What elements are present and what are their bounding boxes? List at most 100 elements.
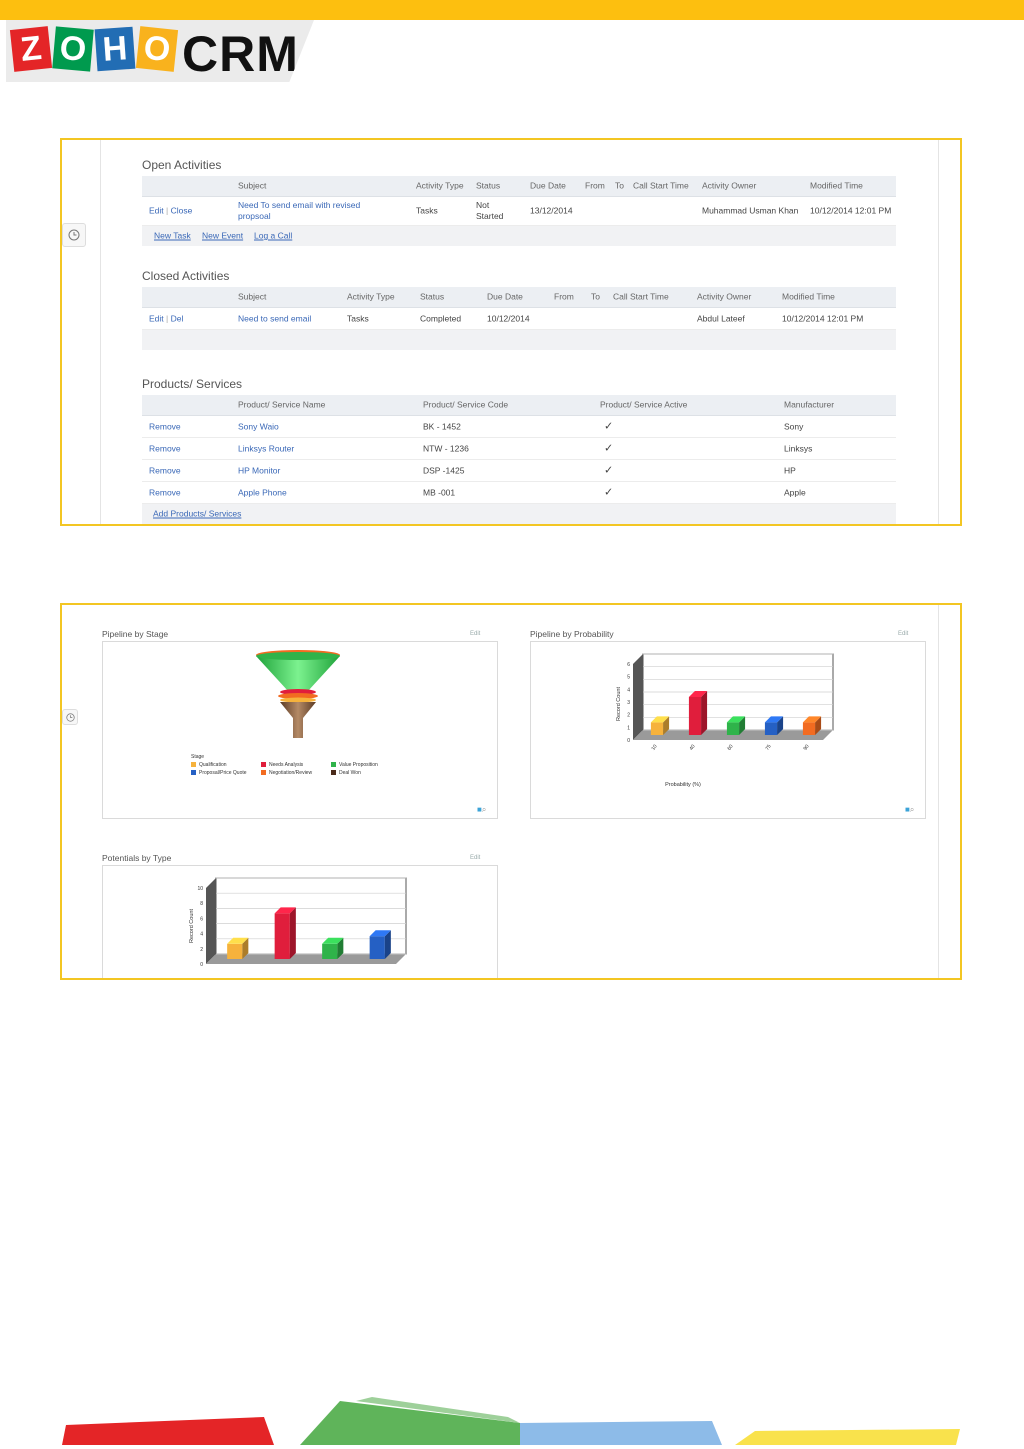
legend-item: Needs Analysis	[261, 762, 331, 768]
dashboard-panel: Pipeline by Stage Edit Stage Qualificati…	[60, 603, 962, 980]
pipeline-probability-title: Pipeline by Probability	[530, 629, 614, 639]
new-task-link[interactable]: New Task	[154, 231, 191, 242]
bar	[688, 697, 702, 735]
header-bar	[0, 0, 1024, 20]
new-event-link[interactable]: New Event	[202, 231, 243, 242]
clock-icon[interactable]	[62, 709, 78, 725]
legend-item: Negotiation/Review	[261, 770, 331, 776]
close-link[interactable]: Close	[171, 206, 193, 216]
funnel-section-value-proposition	[256, 656, 340, 691]
y-tick-label: 2	[627, 713, 630, 719]
col-product-name: Product/ Service Name	[238, 399, 326, 410]
activity-subject-link[interactable]: Need To send email with revised propsoal	[238, 200, 388, 222]
bar	[726, 722, 740, 735]
x-tick-label: 40	[689, 744, 697, 752]
logo-letter-h: H	[94, 26, 136, 72]
funnel-section-deal-won	[280, 702, 316, 738]
product-name-link[interactable]: Linksys Router	[238, 443, 294, 454]
bar	[322, 943, 338, 959]
col-manufacturer: Manufacturer	[784, 399, 835, 410]
col-product-active: Product/ Service Active	[600, 399, 688, 410]
logo-crm-text: CRM	[182, 26, 299, 82]
open-activities-table: Subject Activity Type Status Due Date Fr…	[142, 176, 896, 246]
product-name-link[interactable]: HP Monitor	[238, 465, 280, 476]
y-tick-label: 5	[627, 675, 630, 681]
bar	[802, 722, 816, 735]
x-tick-label: 90	[803, 744, 811, 752]
table-row: Edit | Del Need to send email Tasks Comp…	[142, 308, 896, 330]
product-code: MB -001	[423, 487, 456, 497]
remove-link[interactable]: Remove	[149, 487, 181, 498]
col-from: From	[554, 291, 574, 302]
y-tick-label: 4	[200, 932, 203, 938]
remove-link[interactable]: Remove	[149, 465, 181, 476]
log-call-link[interactable]: Log a Call	[254, 231, 292, 242]
ribbon-yellow	[735, 1429, 960, 1445]
zoom-icon[interactable]: ⌕	[910, 805, 914, 814]
footer-ribbon	[62, 1397, 960, 1445]
probability-bar-chart: 0 1 2 3 4 5 6 10 40 60 75 90 Record Count Probability…	[616, 653, 834, 788]
legend-item: Qualification	[191, 762, 261, 768]
record-details-panel: Open Activities Subject Activity Type St…	[60, 138, 962, 526]
activity-modified: 10/12/2014 12:01 PM	[782, 313, 864, 323]
product-code: BK - 1452	[423, 421, 461, 431]
col-to: To	[615, 180, 624, 191]
edit-link[interactable]: Edit	[149, 206, 164, 216]
chart-tools[interactable]: ■⌕	[477, 805, 486, 815]
potentials-bar-chart: 0 2 4 6 8 10 Record Count	[189, 877, 407, 968]
y-tick-label: 4	[627, 687, 630, 693]
pipeline-probability-chart: 0 1 2 3 4 5 6 10 40 60 75 90 Record Count Probability…	[530, 641, 926, 819]
plot-left-wall	[206, 878, 216, 964]
table-header: Subject Activity Type Status Due Date Fr…	[142, 176, 896, 197]
col-subject: Subject	[238, 291, 267, 302]
bar-side	[289, 907, 296, 959]
add-products-link[interactable]: Add Products/ Services	[153, 509, 241, 520]
pipeline-stage-legend: Stage Qualification Needs Analysis Value…	[191, 754, 411, 776]
clock-icon[interactable]	[62, 223, 86, 247]
pipeline-stage-chart: Stage Qualification Needs Analysis Value…	[102, 641, 498, 819]
bar	[369, 936, 385, 959]
pipeline-stage-edit-link[interactable]: Edit	[470, 631, 480, 637]
chart-tools[interactable]: ■⌕	[905, 805, 914, 815]
product-manufacturer: Linksys	[784, 443, 813, 453]
remove-link[interactable]: Remove	[149, 443, 181, 454]
activity-modified: 10/12/2014 12:01 PM	[810, 205, 892, 216]
activity-type: Tasks	[416, 205, 438, 216]
bar	[650, 722, 664, 735]
zoom-icon[interactable]: ⌕	[482, 805, 486, 814]
product-name-link[interactable]: Apple Phone	[238, 487, 287, 498]
y-tick-label: 3	[627, 700, 630, 706]
activity-due-date: 10/12/2014	[487, 313, 530, 323]
closed-activities-title: Closed Activities	[142, 269, 230, 283]
bar	[274, 913, 290, 959]
x-tick-label: 75	[765, 744, 773, 752]
ribbon-blue	[520, 1421, 722, 1445]
activity-due-date: 13/12/2014	[530, 205, 573, 216]
y-tick-label: 6	[627, 662, 630, 668]
table-row: Remove HP Monitor DSP -1425 ✓ HP	[142, 460, 896, 482]
funnel-section-qualification	[280, 697, 316, 703]
potentials-type-edit-link[interactable]: Edit	[470, 855, 480, 861]
remove-link[interactable]: Remove	[149, 421, 181, 432]
pipeline-probability-edit-link[interactable]: Edit	[898, 631, 908, 637]
product-manufacturer: Apple	[784, 487, 806, 497]
active-check-icon: ✓	[604, 486, 614, 498]
bar	[227, 943, 243, 959]
edit-link[interactable]: Edit	[149, 313, 164, 323]
col-status: Status	[476, 180, 501, 191]
col-modified: Modified Time	[810, 180, 863, 191]
x-tick-label: 10	[651, 744, 659, 752]
delete-link[interactable]: Del	[171, 313, 184, 323]
legend-title: Stage	[191, 754, 205, 760]
product-name-link[interactable]: Sony Waio	[238, 421, 279, 432]
activity-subject-link[interactable]: Need to send email	[238, 313, 311, 324]
col-modified: Modified Time	[782, 291, 835, 302]
product-manufacturer: Sony	[784, 421, 804, 431]
y-tick-label: 10	[197, 886, 203, 892]
y-tick-label: 8	[200, 901, 203, 907]
closed-activities-footer	[142, 330, 896, 350]
col-call-start: Call Start Time	[613, 291, 669, 302]
product-code: NTW - 1236	[423, 443, 469, 453]
col-call-start: Call Start Time	[633, 180, 689, 191]
col-from: From	[585, 180, 605, 191]
